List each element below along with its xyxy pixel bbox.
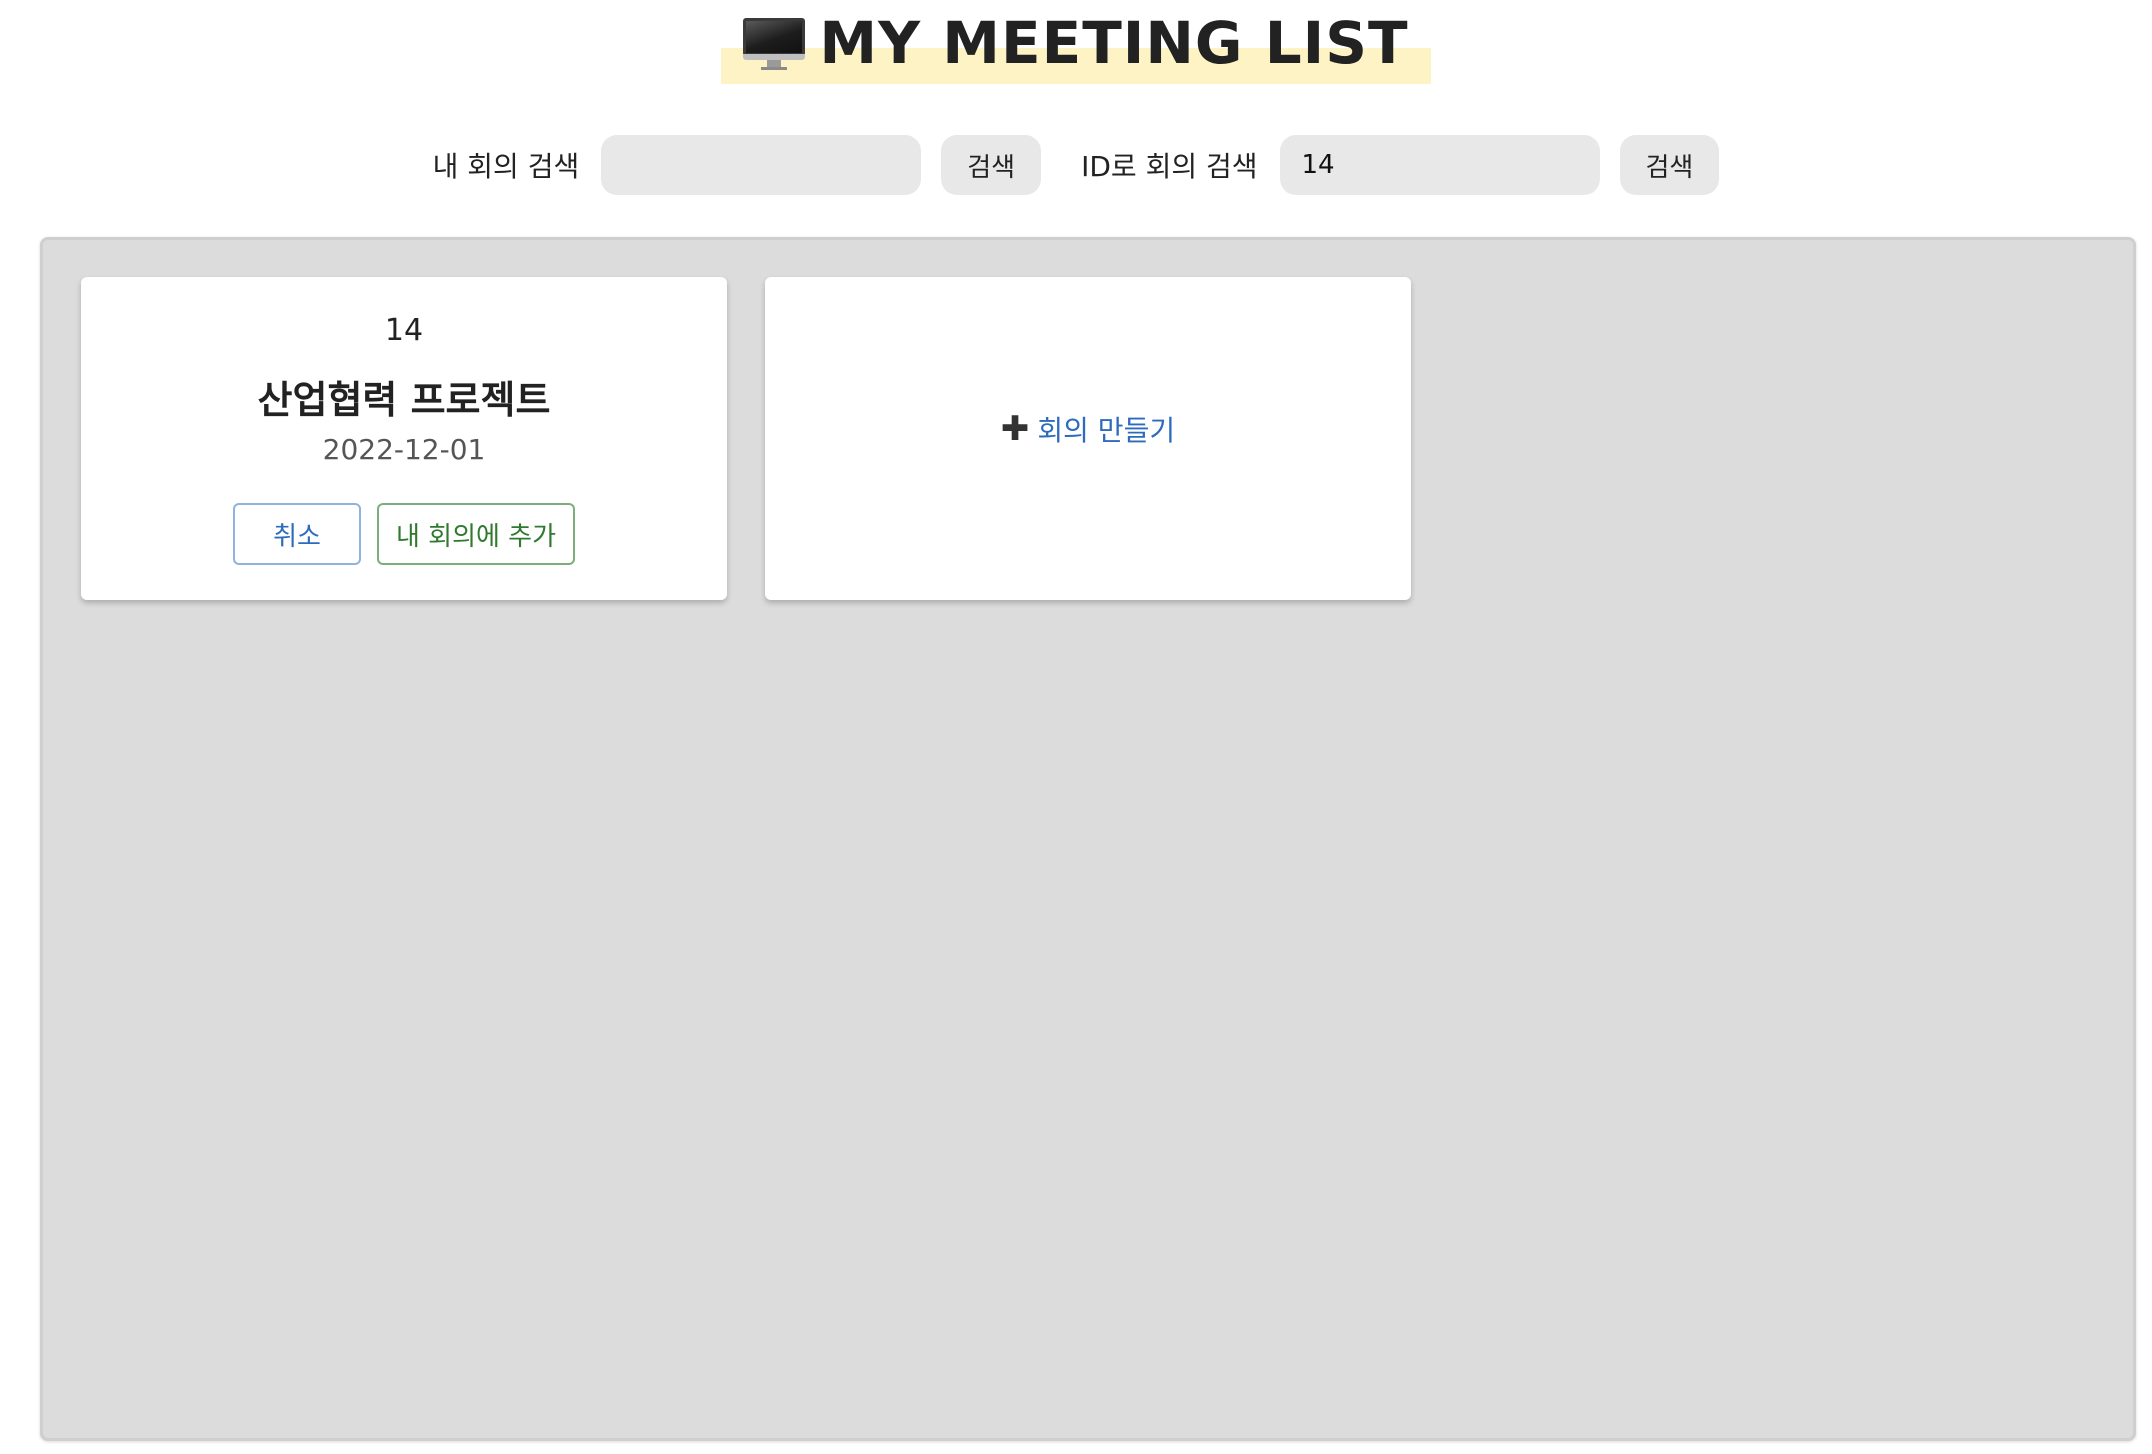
desktop-computer-icon xyxy=(743,16,806,70)
page-title-block: MY MEETING LIST xyxy=(721,8,1431,85)
search-bar: 내 회의 검색 검색 ID로 회의 검색 검색 xyxy=(0,134,2152,196)
id-search-label: ID로 회의 검색 xyxy=(1081,150,1258,183)
create-meeting-label: 회의 만들기 xyxy=(1037,414,1176,447)
meeting-name: 산업협력 프로젝트 xyxy=(257,378,551,422)
create-meeting-link[interactable]: ✚ 회의 만들기 xyxy=(765,409,1411,449)
id-search-button[interactable]: 검색 xyxy=(1619,135,1720,195)
meeting-board: 14 산업협력 프로젝트 2022-12-01 취소 내 회의에 추가 ✚ 회의… xyxy=(40,237,2136,1441)
meeting-card: 14 산업협력 프로젝트 2022-12-01 취소 내 회의에 추가 xyxy=(81,277,727,600)
meeting-id: 14 xyxy=(384,313,424,348)
page-title: MY MEETING LIST xyxy=(819,9,1409,77)
my-meeting-search-button[interactable]: 검색 xyxy=(941,135,1042,195)
my-meeting-search-label: 내 회의 검색 xyxy=(432,150,580,183)
meeting-date: 2022-12-01 xyxy=(322,433,486,466)
page: MY MEETING LIST 내 회의 검색 검색 ID로 회의 검색 검색 … xyxy=(0,0,2152,1454)
meeting-card-actions: 취소 내 회의에 추가 xyxy=(81,503,727,565)
id-search-input[interactable] xyxy=(1279,135,1600,195)
plus-icon: ✚ xyxy=(1000,409,1030,449)
cancel-button[interactable]: 취소 xyxy=(233,503,361,565)
header: MY MEETING LIST xyxy=(0,8,2152,85)
my-meeting-search-input[interactable] xyxy=(601,135,922,195)
create-meeting-card[interactable]: ✚ 회의 만들기 xyxy=(765,277,1411,600)
add-to-my-meetings-button[interactable]: 내 회의에 추가 xyxy=(377,503,575,565)
